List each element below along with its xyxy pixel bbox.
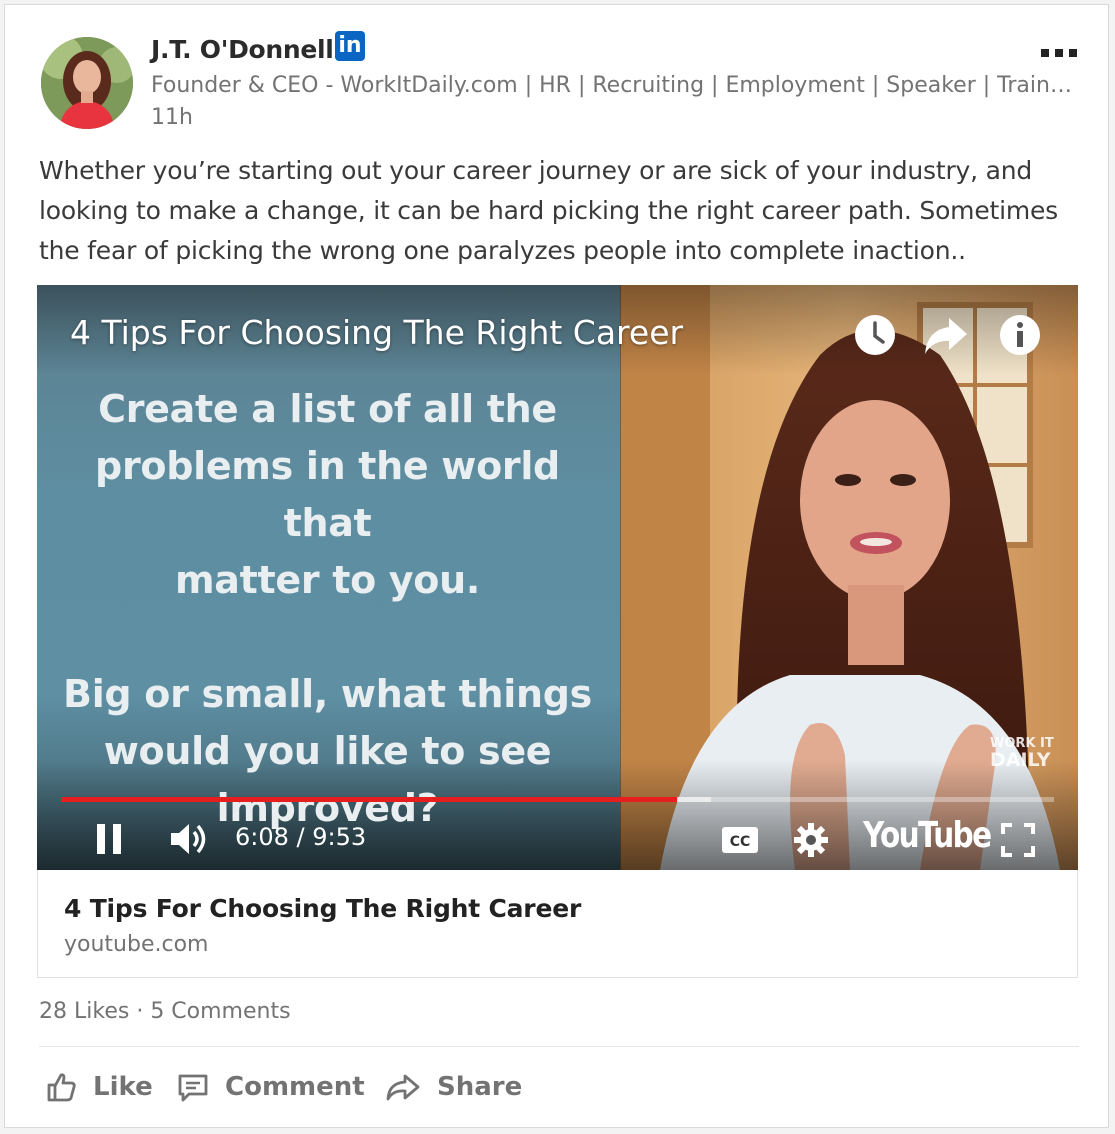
link-title[interactable]: 4 Tips For Choosing The Right Career — [64, 894, 581, 923]
link-preview[interactable]: 4 Tips For Choosing The Right Career you… — [37, 870, 1078, 978]
closed-captions-icon[interactable]: CC — [721, 825, 759, 855]
share-video-icon[interactable] — [923, 314, 971, 358]
post-text: Whether you’re starting out your career … — [39, 156, 1059, 265]
more-options-icon[interactable] — [1041, 42, 1085, 57]
author-headline: Founder & CEO - WorkItDaily.com | HR | R… — [151, 73, 1077, 98]
workitdaily-watermark: WORK IT DAILY — [952, 735, 1054, 771]
like-button[interactable]: Like — [45, 1067, 153, 1107]
share-label: Share — [437, 1072, 523, 1102]
share-arrow-icon — [386, 1074, 420, 1101]
video-progress-bar[interactable] — [61, 797, 1054, 802]
slide-line: problems in the world that — [95, 444, 560, 545]
author-avatar[interactable] — [41, 37, 133, 129]
video-title[interactable]: 4 Tips For Choosing The Right Career — [70, 313, 683, 352]
comment-icon — [178, 1074, 208, 1102]
slide-caption: Create a list of all the problems in the… — [55, 381, 600, 837]
pause-icon[interactable] — [95, 822, 125, 856]
linkedin-influencer-icon: in — [335, 31, 365, 61]
fullscreen-icon[interactable] — [1000, 822, 1036, 858]
share-button[interactable]: Share — [385, 1067, 522, 1107]
volume-icon[interactable] — [169, 820, 211, 858]
slide-line: would you like to see — [103, 729, 552, 773]
divider — [39, 1046, 1079, 1047]
slide-line: Big or small, what things — [63, 672, 592, 716]
youtube-logo[interactable]: YouTube — [863, 815, 992, 856]
slide-line: Create a list of all the — [98, 387, 557, 431]
slide-line: matter to you. — [175, 558, 480, 602]
social-counts: 28 Likes · 5 Comments — [39, 999, 291, 1024]
likes-count[interactable]: 28 Likes — [39, 999, 129, 1024]
progress-played — [61, 797, 677, 802]
video-player[interactable]: 4 Tips For Choosing The Right Career Cre… — [37, 285, 1078, 870]
time-readout: 6:08 / 9:53 — [235, 823, 367, 851]
watermark-line: DAILY — [990, 749, 1051, 771]
watch-later-icon[interactable] — [852, 312, 898, 358]
post-card: J.T. O'Donnell in Founder & CEO - WorkIt… — [4, 4, 1109, 1128]
info-icon[interactable] — [997, 312, 1043, 358]
social-separator: · — [136, 999, 144, 1024]
comment-label: Comment — [225, 1072, 365, 1102]
author-name[interactable]: J.T. O'Donnell — [151, 35, 334, 64]
like-label: Like — [93, 1072, 153, 1102]
post-timestamp: 11h — [151, 105, 193, 130]
comments-count[interactable]: 5 Comments — [150, 999, 290, 1024]
svg-text:CC: CC — [730, 834, 751, 850]
settings-gear-icon[interactable] — [793, 822, 829, 858]
thumbs-up-icon — [47, 1073, 76, 1102]
link-domain: youtube.com — [64, 932, 209, 957]
comment-button[interactable]: Comment — [177, 1067, 365, 1107]
